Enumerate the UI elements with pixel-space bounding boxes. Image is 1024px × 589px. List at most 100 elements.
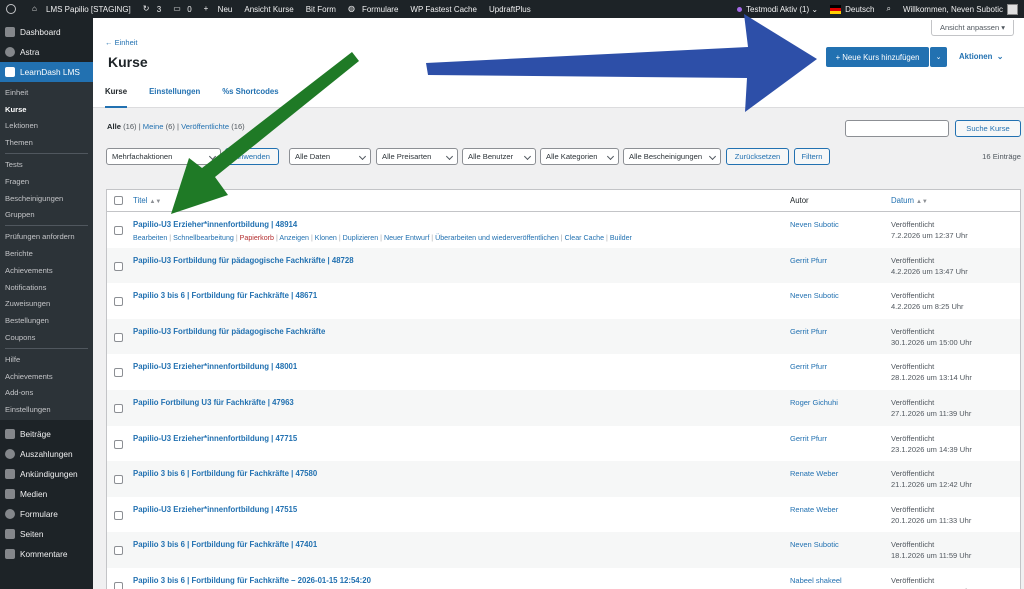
author-link[interactable]: Renate Weber	[790, 469, 838, 478]
wordpress-logo-button[interactable]	[0, 0, 26, 18]
row-checkbox[interactable]	[114, 510, 123, 520]
account-menu[interactable]: Willkommen, Neven Subotic	[897, 0, 1024, 18]
author-link[interactable]: Renate Weber	[790, 505, 838, 514]
author-link[interactable]: Gerrit Pfurr	[790, 327, 827, 336]
row-checkbox[interactable]	[114, 297, 123, 307]
course-title-link[interactable]: Papilio 3 bis 6 | Fortbildung für Fachkr…	[133, 469, 317, 478]
author-link[interactable]: Gerrit Pfurr	[790, 256, 827, 265]
title-column-header[interactable]: Titel ▲▼	[133, 196, 161, 205]
submenu-item-notifications[interactable]: Notifications	[0, 279, 93, 296]
course-title-link[interactable]: Papilio-U3 Fortbildung für pädagogische …	[133, 256, 354, 265]
updates-link[interactable]: ↻ 3	[137, 0, 167, 18]
row-checkbox[interactable]	[114, 226, 123, 235]
back-to-einheit-link[interactable]: ← Einheit	[105, 38, 138, 47]
date-column-header[interactable]: Datum ▲▼	[891, 196, 928, 205]
actions-menu[interactable]: Aktionen ⌄	[959, 52, 1003, 61]
sidebar-item-learndash[interactable]: LearnDash LMS	[0, 62, 93, 82]
sidebar-item-kommentare[interactable]: Kommentare	[0, 544, 93, 564]
submenu-item-bescheinigungen[interactable]: Bescheinigungen	[0, 190, 93, 207]
filter-button[interactable]: Filtern	[794, 148, 830, 165]
course-title-link[interactable]: Papilio-U3 Erzieher*innenfortbildung | 4…	[133, 362, 297, 371]
sidebar-item-medien[interactable]: Medien	[0, 484, 93, 504]
site-name-link[interactable]: ⌂ LMS Papilio [STAGING]	[26, 0, 137, 18]
bit-form-link[interactable]: Bit Form	[300, 0, 342, 18]
submenu-item-achievements-2[interactable]: Achievements	[0, 368, 93, 385]
row-action-link[interactable]: Papierkorb	[240, 234, 274, 242]
add-new-dropdown-toggle[interactable]: ⌄	[930, 47, 947, 67]
author-link[interactable]: Neven Subotic	[790, 291, 839, 300]
submenu-item-fragen[interactable]: Fragen	[0, 173, 93, 190]
submenu-item-einstellungen[interactable]: Einstellungen	[0, 401, 93, 418]
course-title-link[interactable]: Papilio-U3 Fortbildung für pädagogische …	[133, 327, 325, 336]
view-all-link[interactable]: Alle	[107, 122, 121, 131]
search-input[interactable]	[845, 120, 949, 137]
course-title-link[interactable]: Papilio-U3 Erzieher*innenfortbildung | 4…	[133, 505, 297, 514]
course-title-link[interactable]: Papilio-U3 Erzieher*innenfortbildung | 4…	[133, 220, 297, 229]
submenu-item-zuweisungen[interactable]: Zuweisungen	[0, 296, 93, 313]
author-link[interactable]: Gerrit Pfurr	[790, 434, 827, 443]
new-content-link[interactable]: + Neu	[198, 0, 239, 18]
price-type-filter-select[interactable]: Alle Preisarten	[376, 148, 458, 165]
sidebar-item-dashboard[interactable]: Dashboard	[0, 22, 93, 42]
category-filter-select[interactable]: Alle Kategorien	[540, 148, 619, 165]
updraftplus-link[interactable]: UpdraftPlus	[483, 0, 537, 18]
row-action-link[interactable]: Anzeigen	[279, 234, 309, 242]
row-checkbox[interactable]	[114, 546, 123, 556]
comments-link[interactable]: ▭ 0	[167, 0, 197, 18]
submenu-item-achievements[interactable]: Achievements	[0, 262, 93, 279]
search-courses-button[interactable]: Suche Kurse	[955, 120, 1021, 137]
certificate-filter-select[interactable]: Alle Bescheinigungen	[623, 148, 721, 165]
course-title-link[interactable]: Papilio-U3 Erzieher*innenfortbildung | 4…	[133, 434, 297, 443]
screen-options-button[interactable]: Ansicht anpassen ▾	[930, 20, 1014, 36]
submenu-item-coupons[interactable]: Coupons	[0, 329, 93, 346]
row-checkbox[interactable]	[114, 261, 123, 271]
row-checkbox[interactable]	[114, 332, 123, 342]
tab-einstellungen[interactable]: Einstellungen	[149, 80, 200, 108]
author-link[interactable]: Neven Subotic	[790, 540, 839, 549]
submenu-item-bestellungen[interactable]: Bestellungen	[0, 312, 93, 329]
sidebar-item-beitraege[interactable]: Beiträge	[0, 424, 93, 444]
course-title-link[interactable]: Papilio 3 bis 6 | Fortbildung für Fachkr…	[133, 291, 317, 300]
row-checkbox[interactable]	[114, 475, 123, 485]
author-link[interactable]: Gerrit Pfurr	[790, 362, 827, 371]
submenu-item-tests[interactable]: Tests	[0, 156, 93, 173]
submenu-item-gruppen[interactable]: Gruppen	[0, 207, 93, 224]
view-mine-link[interactable]: Meine	[143, 122, 164, 131]
submenu-item-lektionen[interactable]: Lektionen	[0, 118, 93, 135]
row-checkbox[interactable]	[114, 581, 123, 589]
submenu-item-kurse[interactable]: Kurse	[0, 101, 93, 118]
row-action-link[interactable]: Neuer Entwurf	[384, 234, 429, 242]
submenu-item-hilfe[interactable]: Hilfe	[0, 351, 93, 368]
select-all-checkbox[interactable]	[114, 196, 123, 205]
row-action-link[interactable]: Clear Cache	[565, 234, 604, 242]
row-action-link[interactable]: Überarbeiten und wiederveröffentlichen	[435, 234, 559, 242]
row-action-link[interactable]: Klonen	[315, 234, 337, 242]
row-action-link[interactable]: Schnellbearbeitung	[173, 234, 234, 242]
author-link[interactable]: Roger Gichuhi	[790, 398, 838, 407]
course-title-link[interactable]: Papilio Fortbilung U3 für Fachkräfte | 4…	[133, 398, 294, 407]
bulk-actions-select[interactable]: Mehrfachaktionen	[106, 148, 221, 165]
tab-kurse[interactable]: Kurse	[105, 80, 128, 108]
row-action-link[interactable]: Builder	[610, 234, 632, 242]
submenu-item-pruefungen[interactable]: Prüfungen anfordern	[0, 228, 93, 245]
row-checkbox[interactable]	[114, 368, 123, 378]
view-courses-link[interactable]: Ansicht Kurse	[238, 0, 299, 18]
user-filter-select[interactable]: Alle Benutzer	[462, 148, 536, 165]
submenu-item-themen[interactable]: Themen	[0, 134, 93, 151]
submenu-item-einheit[interactable]: Einheit	[0, 84, 93, 101]
row-checkbox[interactable]	[114, 403, 123, 413]
sidebar-item-formulare[interactable]: Formulare	[0, 504, 93, 524]
sidebar-item-astra[interactable]: Astra	[0, 42, 93, 62]
search-toggle[interactable]: ⌕	[880, 0, 896, 18]
course-title-link[interactable]: Papilio 3 bis 6 | Fortbildung für Fachkr…	[133, 576, 371, 585]
language-switcher[interactable]: Deutsch	[824, 0, 880, 18]
reset-button[interactable]: Zurücksetzen	[726, 148, 789, 165]
submenu-item-berichte[interactable]: Berichte	[0, 245, 93, 262]
date-filter-select[interactable]: Alle Daten	[289, 148, 371, 165]
author-link[interactable]: Nabeel shakeel	[790, 576, 842, 585]
tab-shortcodes[interactable]: %s Shortcodes	[222, 80, 278, 108]
sidebar-item-auszahlungen[interactable]: Auszahlungen	[0, 444, 93, 464]
forms-link[interactable]: ◍ Formulare	[342, 0, 404, 18]
author-link[interactable]: Neven Subotic	[790, 220, 839, 229]
row-action-link[interactable]: Duplizieren	[343, 234, 379, 242]
